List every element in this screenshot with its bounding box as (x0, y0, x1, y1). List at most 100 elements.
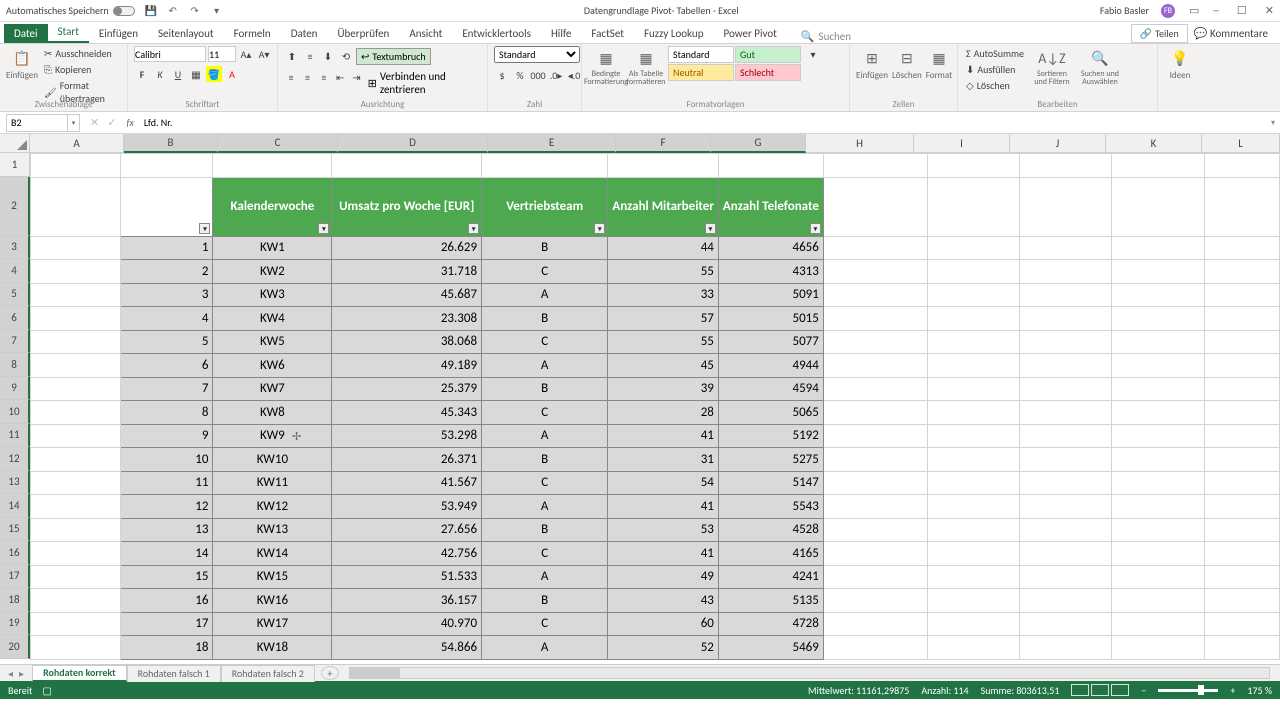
table-cell[interactable]: 5469 (718, 636, 823, 660)
cell[interactable] (1204, 495, 1279, 519)
row-header-9[interactable]: 9 (0, 377, 30, 401)
cell[interactable] (31, 424, 121, 448)
table-cell[interactable]: A (482, 636, 608, 660)
cell[interactable] (823, 424, 927, 448)
table-cell[interactable]: 49.189 (332, 354, 482, 378)
tab-einfuegen[interactable]: Einfügen (89, 24, 148, 43)
table-cell[interactable]: 36.157 (332, 589, 482, 613)
filter-dropdown-icon[interactable]: ▾ (318, 223, 329, 234)
table-cell[interactable]: KW11 (213, 471, 332, 495)
filter-dropdown-icon[interactable]: ▾ (810, 223, 821, 234)
format-cells-button[interactable]: ▦Format (926, 46, 952, 81)
cell[interactable] (1020, 177, 1112, 236)
col-header-F[interactable]: F (616, 134, 711, 153)
cell[interactable] (1020, 283, 1112, 307)
row-header-6[interactable]: 6 (0, 306, 30, 330)
cell[interactable] (31, 589, 121, 613)
cell[interactable] (1204, 330, 1279, 354)
horizontal-scrollbar[interactable] (349, 667, 1270, 679)
table-cell[interactable]: C (482, 471, 608, 495)
cell[interactable] (1204, 636, 1279, 660)
table-cell[interactable]: C (482, 612, 608, 636)
table-cell[interactable]: 51.533 (332, 565, 482, 589)
cell[interactable] (823, 612, 927, 636)
comments-button[interactable]: 💬 Kommentare (1194, 27, 1268, 40)
table-cell[interactable]: 17 (121, 612, 213, 636)
table-cell[interactable]: 60 (608, 612, 719, 636)
table-cell[interactable]: 53.949 (332, 495, 482, 519)
table-cell[interactable]: 14 (121, 542, 213, 566)
table-cell[interactable]: 38.068 (332, 330, 482, 354)
cell[interactable] (31, 495, 121, 519)
cell[interactable] (1112, 330, 1204, 354)
table-cell[interactable]: 41 (608, 495, 719, 519)
cell[interactable] (1020, 401, 1112, 425)
table-cell[interactable]: B (482, 589, 608, 613)
inc-decimal-icon[interactable]: .0▸ (548, 67, 564, 83)
filter-dropdown-icon[interactable]: ▾ (468, 223, 479, 234)
cell[interactable] (927, 424, 1019, 448)
table-cell[interactable]: 53 (608, 518, 719, 542)
tab-file[interactable]: Datei (4, 24, 48, 43)
close-icon[interactable]: ✕ (1265, 4, 1274, 17)
insert-cells-button[interactable]: ⊞Einfügen (856, 46, 888, 81)
row-header-12[interactable]: 12 (0, 447, 30, 471)
table-cell[interactable]: 4944 (718, 354, 823, 378)
table-cell[interactable]: KW1 (213, 236, 332, 260)
cell[interactable] (31, 471, 121, 495)
cell[interactable] (1204, 518, 1279, 542)
cell[interactable] (1112, 471, 1204, 495)
cell[interactable] (927, 471, 1019, 495)
tab-ueberpruefen[interactable]: Überprüfen (327, 24, 399, 43)
cell[interactable] (1204, 589, 1279, 613)
cell[interactable] (1112, 565, 1204, 589)
minimize-icon[interactable]: ─ (1213, 4, 1219, 17)
cell[interactable] (1020, 448, 1112, 472)
table-header[interactable]: Umsatz pro Woche [EUR]▾ (332, 177, 482, 236)
table-cell[interactable]: 41 (608, 542, 719, 566)
table-cell[interactable]: 12 (121, 495, 213, 519)
table-header[interactable]: Kalenderwoche▾ (213, 177, 332, 236)
font-color-button[interactable]: A (224, 66, 240, 82)
fx-icon[interactable]: fx (126, 116, 133, 129)
style-standard[interactable]: Standard (668, 46, 734, 63)
cell[interactable] (823, 354, 927, 378)
cell[interactable] (1204, 177, 1279, 236)
table-cell[interactable]: KW4 (213, 307, 332, 331)
search-icon[interactable]: 🔍 (801, 30, 815, 43)
row-header-1[interactable]: 1 (0, 153, 30, 177)
cell[interactable] (1112, 283, 1204, 307)
cell[interactable] (1112, 377, 1204, 401)
table-cell[interactable]: 6 (121, 354, 213, 378)
macro-record-icon[interactable]: ▢ (42, 684, 51, 697)
table-cell[interactable]: 31 (608, 448, 719, 472)
table-cell[interactable]: KW13 (213, 518, 332, 542)
cell[interactable] (927, 154, 1019, 178)
table-cell[interactable]: C (482, 542, 608, 566)
sheet-tab-1[interactable]: Rohdaten falsch 1 (127, 665, 221, 682)
cell[interactable] (213, 154, 332, 178)
name-box[interactable]: B2 (6, 114, 68, 132)
tab-factset[interactable]: FactSet (581, 24, 634, 43)
table-cell[interactable]: 4656 (718, 236, 823, 260)
cell[interactable] (823, 495, 927, 519)
cell[interactable] (823, 401, 927, 425)
cell[interactable] (1112, 636, 1204, 660)
increase-font-icon[interactable]: A▴ (238, 46, 254, 62)
table-header[interactable]: Anzahl Mitarbeiter▾ (608, 177, 719, 236)
table-cell[interactable]: KW14 (213, 542, 332, 566)
share-button[interactable]: 🔗Teilen (1131, 24, 1188, 43)
cell[interactable] (927, 495, 1019, 519)
cell[interactable] (927, 589, 1019, 613)
cell[interactable] (31, 154, 121, 178)
table-cell[interactable]: KW7 (213, 377, 332, 401)
table-cell[interactable]: KW9 (213, 424, 332, 448)
table-cell[interactable]: A (482, 283, 608, 307)
cell[interactable] (1112, 401, 1204, 425)
cell[interactable] (1204, 154, 1279, 178)
table-cell[interactable]: 55 (608, 330, 719, 354)
table-cell[interactable]: KW12 (213, 495, 332, 519)
cell[interactable] (1112, 177, 1204, 236)
view-pagebreak-icon[interactable] (1111, 684, 1129, 696)
indent-inc-icon[interactable]: ⇥ (349, 69, 363, 85)
